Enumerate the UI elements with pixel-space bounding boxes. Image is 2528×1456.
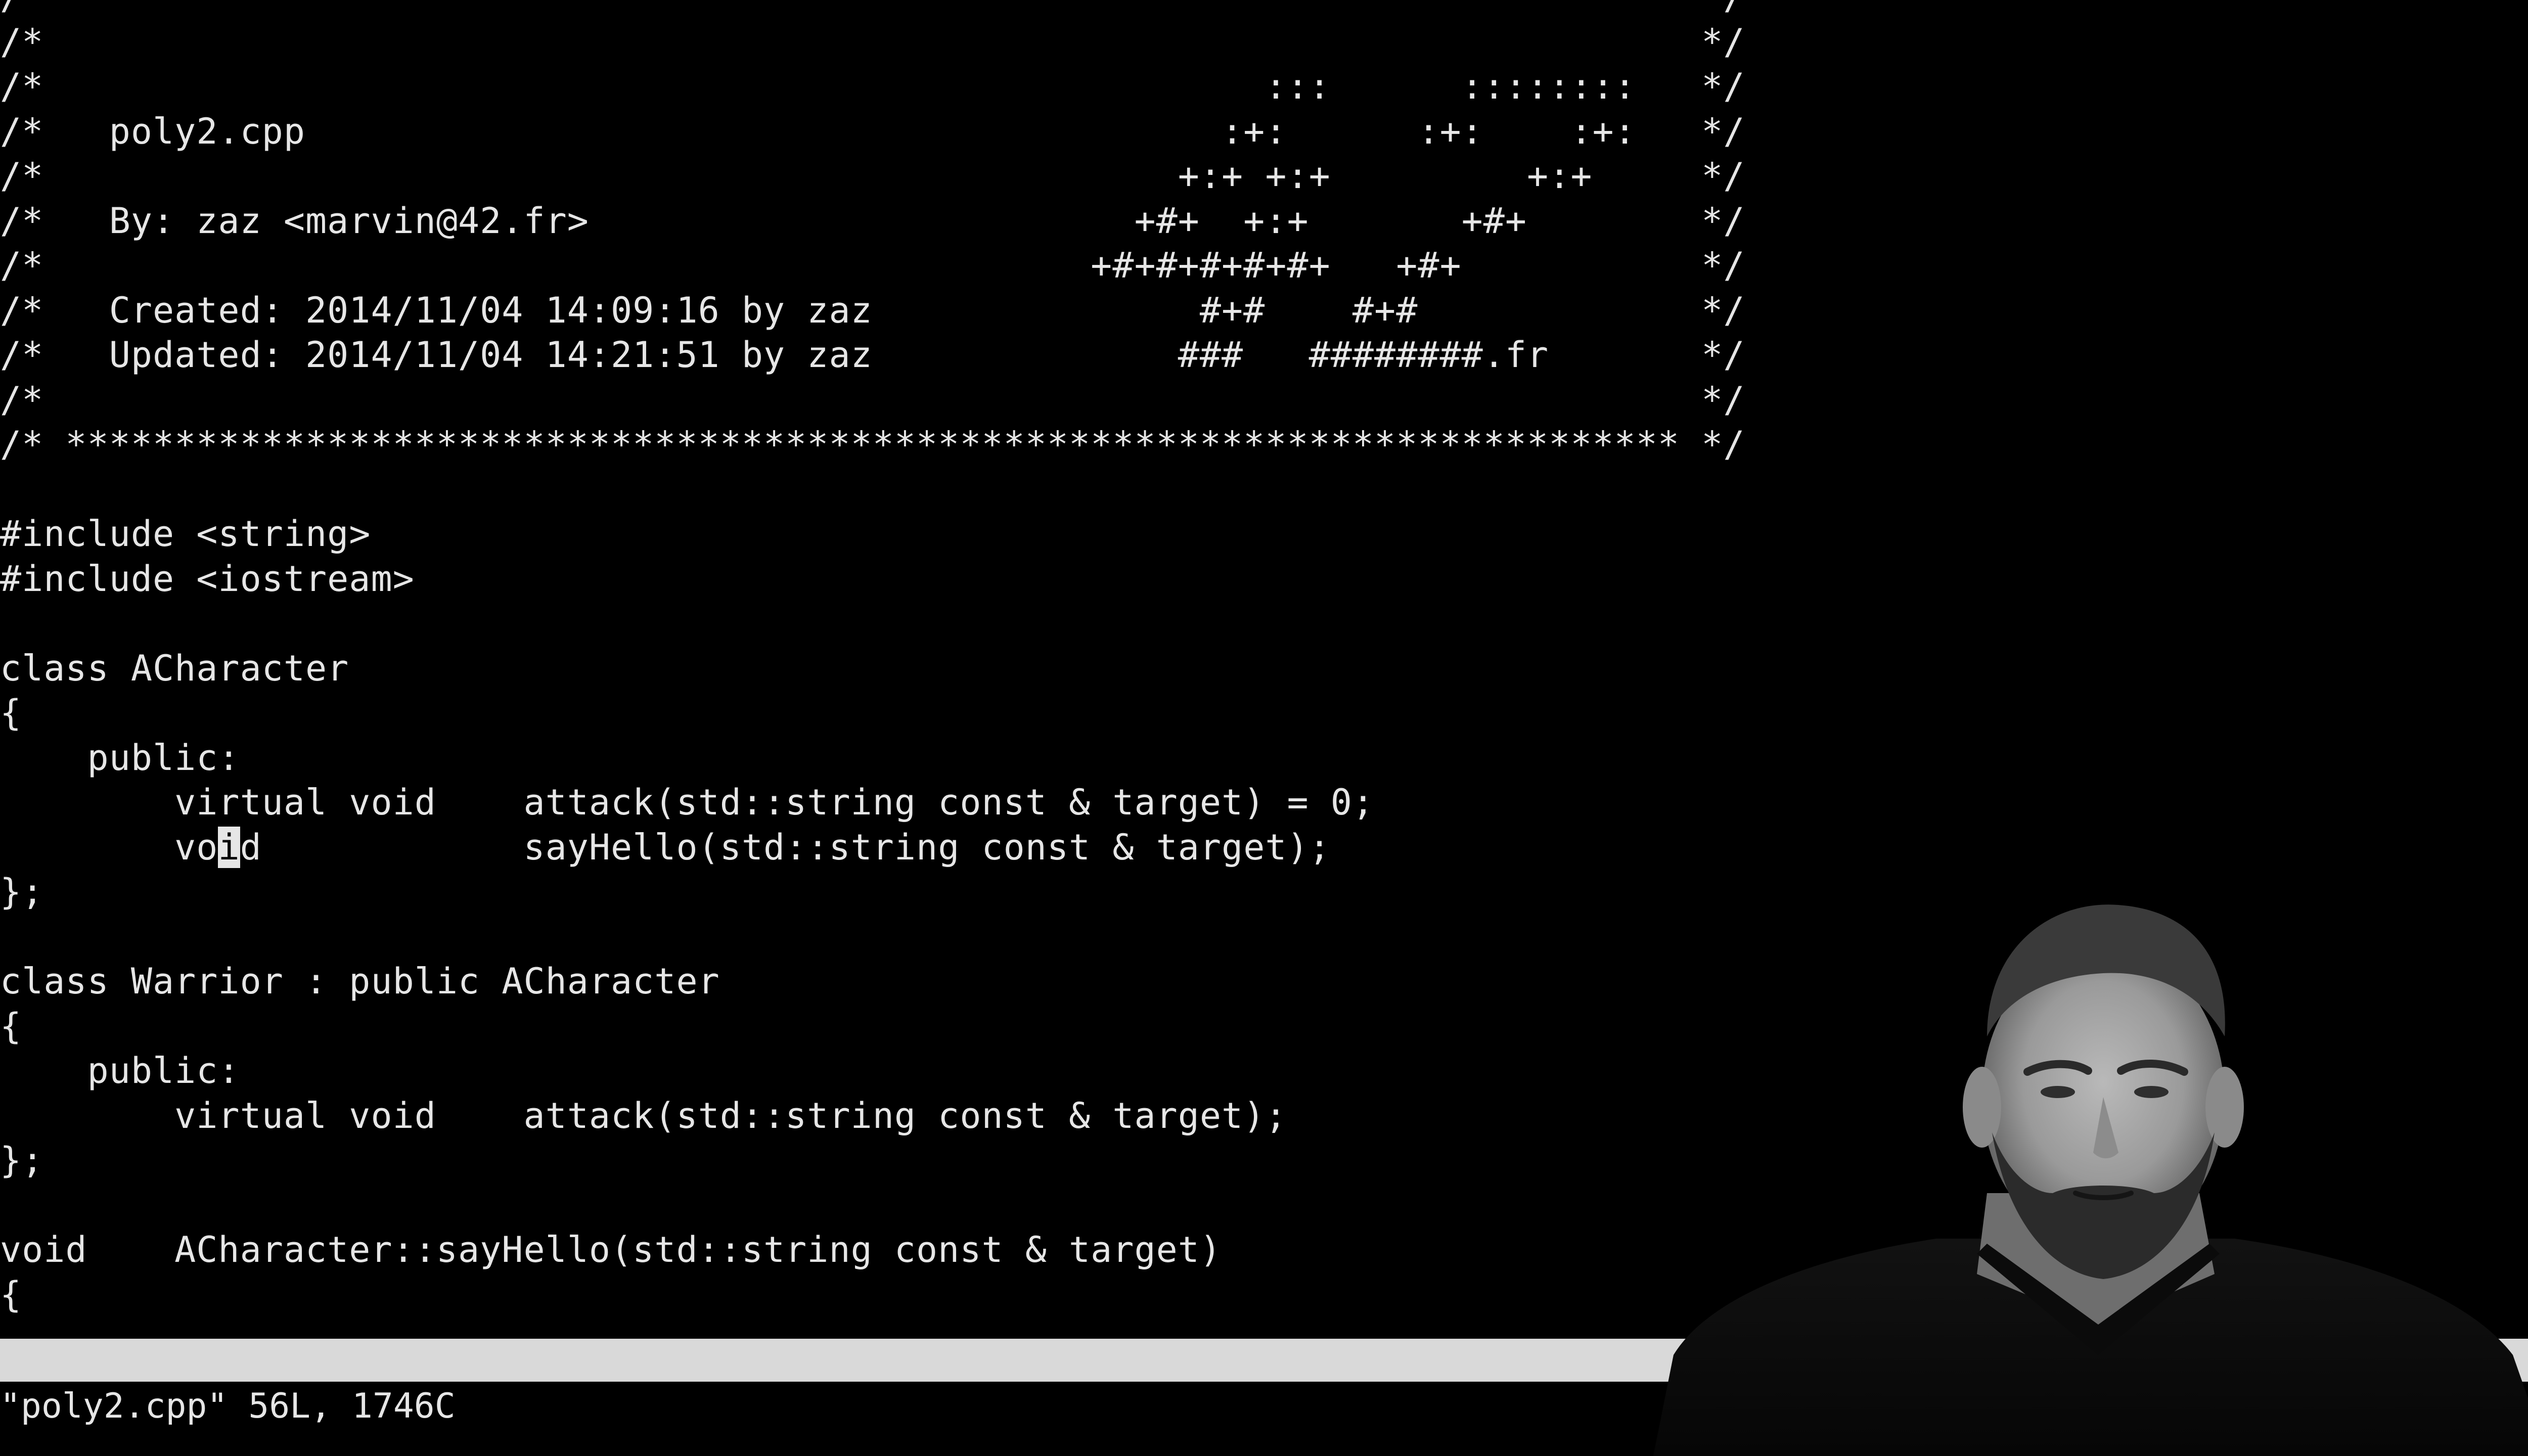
vim-message-line: "poly2.cpp" 56L, 1746C bbox=[0, 1386, 456, 1426]
terminal-window[interactable]: /* *************************************… bbox=[0, 0, 2528, 1456]
code-line[interactable]: public: bbox=[0, 736, 2528, 781]
code-line[interactable] bbox=[0, 467, 2528, 512]
code-line[interactable]: /* +#+#+#+#+#+ +#+ */ bbox=[0, 243, 2528, 288]
code-line[interactable]: /* By: zaz <marvin@42.fr> +#+ +:+ +#+ */ bbox=[0, 199, 2528, 244]
code-line[interactable]: /* poly2.cpp :+: :+: :+: */ bbox=[0, 109, 2528, 154]
code-line[interactable]: /* Updated: 2014/11/04 14:21:51 by zaz #… bbox=[0, 333, 2528, 378]
code-line[interactable]: virtual void attack(std::string const & … bbox=[0, 780, 2528, 825]
code-line[interactable]: { bbox=[0, 691, 2528, 736]
code-line[interactable]: /* +:+ +:+ +:+ */ bbox=[0, 154, 2528, 199]
code-line[interactable] bbox=[0, 601, 2528, 646]
code-line[interactable]: void sayHello(std::string const & target… bbox=[0, 825, 2528, 870]
code-line[interactable]: /* *************************************… bbox=[0, 0, 2528, 20]
code-line[interactable]: /* ::: :::::::: */ bbox=[0, 64, 2528, 109]
presenter-icon bbox=[1653, 904, 2528, 1456]
code-line[interactable]: #include <string> bbox=[0, 512, 2528, 557]
code-line[interactable]: /* Created: 2014/11/04 14:09:16 by zaz #… bbox=[0, 288, 2528, 333]
code-line[interactable]: class ACharacter bbox=[0, 646, 2528, 691]
text-cursor: i bbox=[218, 826, 240, 868]
code-line[interactable]: /* */ bbox=[0, 20, 2528, 65]
code-line[interactable]: /* *************************************… bbox=[0, 422, 2528, 467]
presenter-video-overlay bbox=[1653, 870, 2528, 1456]
code-line[interactable]: /* */ bbox=[0, 378, 2528, 423]
code-line[interactable]: #include <iostream> bbox=[0, 557, 2528, 602]
